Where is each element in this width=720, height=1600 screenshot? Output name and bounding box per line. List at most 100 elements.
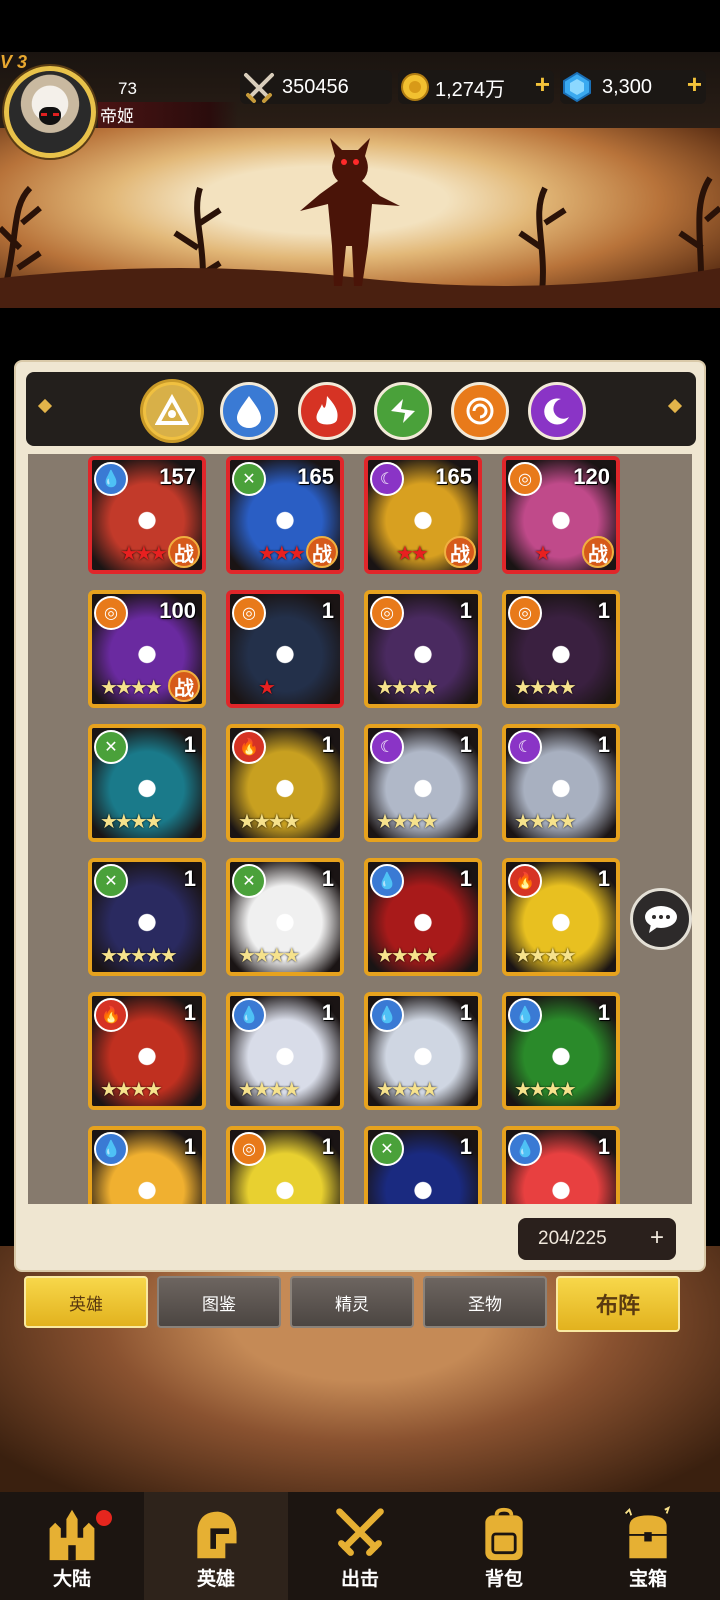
filter-moon-button[interactable] xyxy=(528,382,586,440)
hero-level: 165 xyxy=(297,464,334,489)
filter-wind-button[interactable] xyxy=(374,382,432,440)
filter-fire-button[interactable] xyxy=(298,382,356,440)
tab-relics[interactable]: 圣物 xyxy=(423,1276,547,1328)
water-element-icon: 💧 xyxy=(508,1132,542,1166)
hero-level: 1 xyxy=(321,1000,334,1025)
hero-card[interactable]: 🔥 1 ★★★★ xyxy=(502,858,620,976)
nav-bag[interactable]: 背包 xyxy=(432,1492,576,1600)
sun-element-icon: ◎ xyxy=(232,596,266,630)
hero-card[interactable]: 💧 1 ★★★★ xyxy=(364,858,482,976)
hero-level: 1 xyxy=(321,598,334,623)
water-element-icon: 💧 xyxy=(94,1132,128,1166)
hero-card[interactable]: ✕ 165 ★★★ 战 xyxy=(226,456,344,574)
hero-card[interactable]: 🔥 1 ★★★★ xyxy=(88,992,206,1110)
gem-value: 3,300 xyxy=(602,75,653,98)
in-battle-badge: 战 xyxy=(168,536,200,568)
wind-element-icon: ✕ xyxy=(94,864,128,898)
sun-spiral-icon xyxy=(466,397,494,425)
sun-element-icon: ◎ xyxy=(370,596,404,630)
gem-display: 3,300 + xyxy=(560,69,706,104)
add-gems-button[interactable]: + xyxy=(687,69,702,100)
hero-card[interactable]: 💧 1 ★★★★ xyxy=(364,992,482,1110)
hero-stars: ★ xyxy=(534,543,552,565)
notification-dot xyxy=(96,1510,112,1526)
nav-chest[interactable]: 宝箱 xyxy=(576,1492,720,1600)
crossed-swords-icon xyxy=(244,73,274,103)
sun-element-icon: ◎ xyxy=(232,1132,266,1166)
backpack-icon xyxy=(476,1502,532,1566)
nav-label-continent: 大陆 xyxy=(52,1568,91,1590)
wind-element-icon: ✕ xyxy=(370,1132,404,1166)
hero-level: 1 xyxy=(321,866,334,891)
hero-card[interactable]: ◎ 100 ★★★★ 战 xyxy=(88,590,206,708)
hero-level: 157 xyxy=(159,464,196,489)
moon-element-icon: ☾ xyxy=(508,730,542,764)
water-element-icon: 💧 xyxy=(370,864,404,898)
hero-card[interactable]: ☾ 1 ★★★★ xyxy=(364,724,482,842)
hero-card[interactable]: 💧 1 ★★★★ xyxy=(502,992,620,1110)
nav-battle[interactable]: 出击 xyxy=(288,1492,432,1600)
villain-silhouette xyxy=(300,138,400,286)
tab-codex[interactable]: 图鉴 xyxy=(157,1276,281,1328)
wind-element-icon: ✕ xyxy=(232,864,266,898)
player-name: 帝姬 xyxy=(98,102,238,128)
element-filter-bar xyxy=(26,372,696,446)
nav-heroes[interactable]: 英雄 xyxy=(144,1492,288,1600)
hero-grid: 💧 157 ★★★ 战 ✕ 165 ★★★ 战 ☾ 165 ★★ 战 ◎ 120 ★ 战 ◎ 100 ★★★★ 战 ◎ 1… xyxy=(28,454,692,1204)
tab-spirits[interactable]: 精灵 xyxy=(290,1276,414,1328)
tab-heroes[interactable]: 英雄 xyxy=(24,1276,148,1328)
add-gold-button[interactable]: + xyxy=(535,69,550,100)
hero-card[interactable]: ☾ 165 ★★ 战 xyxy=(364,456,482,574)
water-element-icon: 💧 xyxy=(370,998,404,1032)
hero-stars: ★★★★ xyxy=(100,1079,163,1101)
filter-all-button[interactable] xyxy=(143,382,201,440)
water-element-icon: 💧 xyxy=(508,998,542,1032)
moon-icon xyxy=(544,398,569,425)
blue-gem-icon xyxy=(563,71,591,103)
hero-card[interactable]: ✕ 1 ★★★★★ xyxy=(88,858,206,976)
hero-level: 165 xyxy=(435,464,472,489)
filter-water-button[interactable] xyxy=(220,382,278,440)
hero-card[interactable]: ✕ 1 xyxy=(364,1126,482,1204)
hero-card[interactable]: 💧 1 ★★★★ xyxy=(226,992,344,1110)
hero-card[interactable]: ◎ 1 ★★★★ xyxy=(364,590,482,708)
chat-button[interactable] xyxy=(630,888,692,950)
hero-level: 1 xyxy=(459,1000,472,1025)
nav-label-chest: 宝箱 xyxy=(628,1568,667,1590)
formation-button[interactable]: 布阵 xyxy=(556,1276,680,1332)
vip-badge: V 3 xyxy=(0,52,28,72)
hero-stars: ★★★★ xyxy=(514,811,577,833)
avatar-eye-right xyxy=(53,113,59,116)
hero-level: 1 xyxy=(321,1134,334,1159)
hero-card[interactable]: ◎ 1 xyxy=(226,1126,344,1204)
expand-capacity-button[interactable]: + xyxy=(650,1224,664,1252)
hero-stars: ★★★★ xyxy=(100,677,163,699)
hero-card[interactable]: 💧 157 ★★★ 战 xyxy=(88,456,206,574)
hero-level: 1 xyxy=(597,732,610,757)
hero-stars: ★★★★ xyxy=(514,945,577,967)
hero-card[interactable]: ✕ 1 ★★★★ xyxy=(88,724,206,842)
nav-label-battle: 出击 xyxy=(340,1568,379,1590)
avatar-eye-left xyxy=(41,113,47,116)
water-element-icon: 💧 xyxy=(232,998,266,1032)
hero-capacity: 204/225 + xyxy=(518,1218,676,1260)
hero-stars: ★★★★★ xyxy=(100,945,178,967)
hero-card[interactable]: ✕ 1 ★★★★ xyxy=(226,858,344,976)
hero-card[interactable]: ◎ 1 ★ xyxy=(226,590,344,708)
hero-level: 1 xyxy=(183,732,196,757)
hero-card[interactable]: 💧 1 xyxy=(502,1126,620,1204)
hero-card[interactable]: 🔥 1 ★★★★ xyxy=(226,724,344,842)
hero-card[interactable]: ☾ 1 ★★★★ xyxy=(502,724,620,842)
filter-sun-button[interactable] xyxy=(451,382,509,440)
hero-card[interactable]: 💧 1 xyxy=(88,1126,206,1204)
player-avatar[interactable] xyxy=(4,66,96,158)
castle-icon xyxy=(44,1502,100,1566)
triangle-all-icon xyxy=(155,394,189,425)
hero-stars: ★★★★ xyxy=(376,945,439,967)
hero-card[interactable]: ◎ 1 ★★★★ xyxy=(502,590,620,708)
hero-stars: ★★★★ xyxy=(376,811,439,833)
moon-element-icon: ☾ xyxy=(370,462,404,496)
hero-level: 1 xyxy=(597,598,610,623)
nav-continent[interactable]: 大陆 xyxy=(0,1492,144,1600)
hero-card[interactable]: ◎ 120 ★ 战 xyxy=(502,456,620,574)
